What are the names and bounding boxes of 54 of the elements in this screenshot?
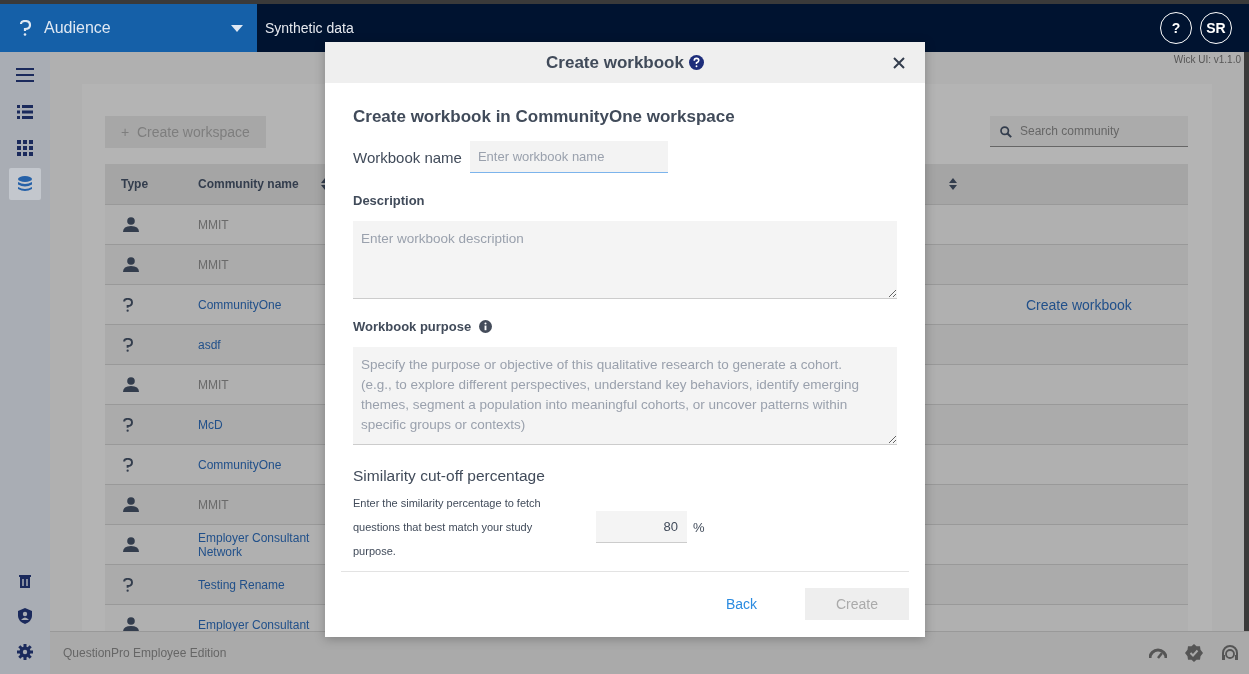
community-name[interactable]: Employer Consultant [198,617,323,631]
app-switcher[interactable]: Audience [0,4,257,52]
field-label: Workbook name [353,148,462,166]
dialog-heading: Create workbook in CommunityOne workspace [353,107,736,127]
app-name: Audience [44,19,112,37]
similarity-title: Similarity cut-off percentage [353,467,546,485]
community-name[interactable]: asdf [198,337,323,352]
person-icon [123,616,139,631]
caret-icon [231,24,243,32]
version-label: Wick UI: v1.1.0 [1173,54,1241,65]
gauge-icon[interactable] [1149,647,1167,659]
menu-icon[interactable] [16,68,34,82]
community-name[interactable]: Testing Rename [198,577,323,592]
edition-label: QuestionPro Employee Edition [63,646,227,660]
trash-icon[interactable] [19,574,31,588]
field-label: Workbook purpose [353,319,472,334]
person-icon [123,536,139,553]
similarity-percentage-field[interactable]: 80 [596,511,687,543]
percent-unit: % [693,519,705,535]
shield-user-icon[interactable] [18,608,32,624]
workbook-name-field[interactable]: Enter workbook name [469,141,668,173]
column-header: Type [120,177,150,191]
community-name[interactable]: CommunityOne [198,457,323,472]
community-name: MMIT [198,217,230,232]
person-icon [123,496,139,513]
settings-icon[interactable] [17,644,33,660]
purpose-field[interactable]: Specify the purpose or objective of this qualitative research to generate a cohort. (e.g., to explore different perspectives, understand key behaviors, identify emerging themes, segment a population into meaningful cohorts, or uncover patterns within specific groups or contexts) [353,347,897,445]
column-header[interactable]: Community name [198,177,323,191]
community-name: MMIT [198,377,230,392]
community-name: MMIT [198,497,230,512]
description-field[interactable]: Enter workbook description [353,221,897,299]
support-headset-icon[interactable] [1221,644,1239,662]
field-label: Description [353,193,426,208]
community-name[interactable]: Employer Consultant Network [198,530,323,559]
community-name: MMIT [198,257,230,272]
help-icon[interactable] [688,55,704,70]
close-icon[interactable] [893,57,905,69]
sidebar-item[interactable] [9,168,41,200]
person-icon [123,256,139,273]
person-icon [123,216,139,233]
back-button[interactable]: Back [719,594,763,613]
dialog-title: Create workbook [546,52,684,73]
similarity-help-text: Enter the similarity percentage to fetch questions that best match your study purpose. [353,496,542,559]
database-icon [18,176,32,192]
list-icon [17,105,33,119]
search-field[interactable]: Search community [990,115,1188,147]
community-name[interactable]: McD [198,417,323,432]
info-icon[interactable] [479,320,493,333]
verified-badge-icon[interactable] [1185,644,1203,662]
section-title: Synthetic data [265,20,354,36]
create-workbook-link[interactable]: Create workbook [1026,296,1132,313]
community-name[interactable]: CommunityOne [198,297,323,312]
grid-icon [17,140,33,156]
person-icon [123,376,139,393]
